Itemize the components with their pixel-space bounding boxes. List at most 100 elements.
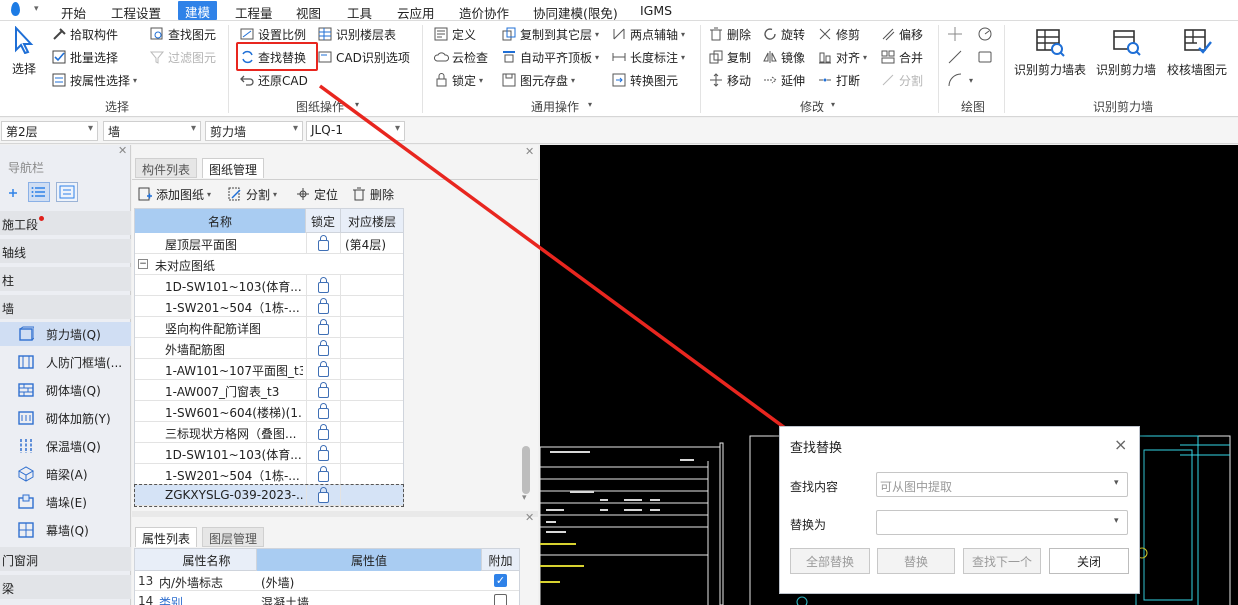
lock-cell[interactable] — [306, 275, 341, 296]
quick-access-dropdown-icon[interactable]: ▾ — [34, 4, 39, 14]
scrollbar-thumb[interactable] — [522, 446, 530, 494]
lock-cell[interactable] — [306, 317, 341, 338]
copy-to-other-floor-button[interactable]: 复制到其它层 ▾ — [502, 25, 599, 43]
drawing-row[interactable]: 屋顶层平面图 (第4层) — [135, 233, 403, 254]
lock-cell[interactable] — [306, 296, 341, 317]
lock-cell[interactable] — [306, 485, 341, 506]
menu-cloud[interactable]: 云应用 — [397, 3, 435, 22]
drawing-row[interactable]: 1D-SW101~103(体育... — [135, 275, 403, 296]
drawing-row[interactable]: 1-SW601~604(楼梯)(1... — [135, 401, 403, 422]
lock-cell[interactable] — [306, 233, 341, 254]
menu-quantities[interactable]: 工程量 — [235, 3, 273, 22]
menu-view[interactable]: 视图 — [296, 3, 321, 22]
nav-cat-column[interactable]: 柱 — [0, 267, 131, 291]
tab-component-list[interactable]: 构件列表 — [135, 158, 198, 178]
split-drawing-button[interactable]: 分割 ▾ — [228, 185, 277, 203]
lock-cell[interactable] — [306, 338, 341, 359]
nav-item-masonry-wall[interactable]: 砌体墙(Q) — [0, 378, 131, 402]
close-button[interactable]: 关闭 — [1049, 548, 1129, 574]
tab-property-list[interactable]: 属性列表 — [135, 527, 198, 547]
drawing-group-row[interactable]: − 未对应图纸 — [135, 254, 403, 275]
menu-tools[interactable]: 工具 — [347, 3, 372, 22]
lock-cell[interactable] — [306, 380, 341, 401]
drawing-row[interactable]: 1-SW201~504（1栋-... — [135, 296, 403, 317]
nav-item-wall-stack[interactable]: 墙垛(E) — [0, 490, 131, 514]
drawing-row[interactable]: 外墙配筋图 — [135, 338, 403, 359]
group-expand-icon[interactable]: ▾ — [831, 100, 835, 109]
pick-component-button[interactable]: 拾取构件 — [52, 25, 118, 43]
point-draw-icon[interactable] — [947, 26, 963, 42]
copy-button[interactable]: 复制 — [709, 48, 751, 66]
close-icon[interactable]: ✕ — [525, 511, 534, 524]
move-button[interactable]: 移动 — [709, 71, 751, 89]
nav-cat-wall[interactable]: 墙 — [0, 295, 131, 319]
list-view-button[interactable] — [28, 182, 50, 202]
rect-draw-icon[interactable] — [977, 49, 993, 65]
menu-igms[interactable]: IGMS — [640, 3, 672, 18]
drawing-row[interactable]: 1D-SW101~103(体育... — [135, 443, 403, 464]
offset-button[interactable]: 偏移 — [881, 25, 923, 43]
group-expand-icon[interactable]: ▾ — [355, 100, 359, 109]
delete-button[interactable]: 删除 — [709, 25, 751, 43]
nav-item-insulation-wall[interactable]: 保温墙(Q) — [0, 434, 131, 458]
nav-cat-axis[interactable]: 轴线 — [0, 239, 131, 263]
nav-item-curtain-wall[interactable]: 幕墙(Q) — [0, 518, 131, 542]
trim-button[interactable]: 修剪 — [818, 25, 860, 43]
dropdown-arrow-icon[interactable]: ▾ — [969, 76, 973, 85]
group-expand-icon[interactable]: ▾ — [588, 100, 592, 109]
tab-layer-management[interactable]: 图层管理 — [202, 527, 265, 547]
menu-cost-collab[interactable]: 造价协作 — [459, 3, 509, 22]
drawing-row[interactable]: 1-AW101~107平面图_t3 — [135, 359, 403, 380]
find-dropdown-icon[interactable]: ▾ — [1114, 478, 1119, 488]
circle-draw-icon[interactable] — [977, 26, 993, 42]
nav-cat-door-window[interactable]: 门窗洞 — [0, 547, 131, 571]
menu-collab-modeling[interactable]: 协同建模(限免) — [533, 3, 618, 22]
drawing-row[interactable]: ZGKXYSLG-039-2023-... — [134, 484, 404, 507]
scroll-down-icon[interactable]: ▾ — [522, 493, 527, 503]
delete-drawing-button[interactable]: 删除 — [352, 185, 394, 203]
set-scale-button[interactable]: 设置比例 — [240, 25, 306, 43]
drawing-row[interactable]: 1-SW201~504（1栋-... — [135, 464, 403, 485]
select-button[interactable]: 选择 — [11, 26, 37, 77]
line-draw-icon[interactable] — [947, 49, 963, 65]
replace-input[interactable] — [876, 510, 1128, 535]
nav-item-hidden-beam[interactable]: 暗梁(A) — [0, 462, 131, 486]
checkbox-checked-icon[interactable]: ✓ — [494, 574, 507, 587]
filter-element-button[interactable]: 过滤图元 — [150, 48, 216, 66]
add-drawing-button[interactable]: 添加图纸 ▾ — [138, 185, 211, 203]
property-row[interactable]: 13 内/外墙标志 (外墙) ✓ — [135, 571, 519, 591]
nav-item-shear-wall[interactable]: 剪力墙(Q) — [0, 322, 131, 346]
component-select[interactable]: JLQ-1 — [306, 121, 405, 141]
replace-all-button[interactable]: 全部替换 — [790, 548, 870, 574]
menu-project-settings[interactable]: 工程设置 — [111, 3, 161, 22]
recognize-shear-wall-button[interactable]: 识别剪力墙 — [1096, 26, 1156, 78]
restore-cad-button[interactable]: 还原CAD — [240, 71, 308, 89]
dialog-close-icon[interactable]: × — [1114, 435, 1127, 454]
split-button[interactable]: 分割 — [881, 71, 923, 89]
splitter[interactable] — [132, 511, 538, 517]
lock-cell[interactable] — [306, 422, 341, 443]
align-button[interactable]: 对齐 ▾ — [818, 48, 867, 66]
checkbox-icon[interactable] — [494, 594, 507, 605]
lock-cell[interactable] — [306, 401, 341, 422]
mirror-button[interactable]: 镜像 — [763, 48, 805, 66]
col-header-name[interactable]: 名称 — [135, 209, 306, 233]
extend-button[interactable]: 延伸 — [763, 71, 805, 89]
menu-start[interactable]: 开始 — [61, 3, 86, 22]
find-element-button[interactable]: 查找图元 — [150, 25, 216, 43]
recognize-shear-wall-table-button[interactable]: 识别剪力墙表 — [1014, 26, 1086, 78]
detail-view-button[interactable] — [56, 182, 78, 202]
batch-select-button[interactable]: 批量选择 — [52, 48, 118, 66]
locate-button[interactable]: 定位 — [296, 185, 338, 203]
cloud-check-button[interactable]: 云检查 — [434, 48, 488, 66]
category-select[interactable]: 墙 — [103, 121, 201, 141]
length-dimension-button[interactable]: 长度标注 ▾ — [612, 48, 685, 66]
break-button[interactable]: 打断 — [818, 71, 860, 89]
property-value[interactable]: (外墙) — [261, 574, 294, 591]
merge-button[interactable]: 合并 — [881, 48, 923, 66]
drawing-row[interactable]: 1-AW007_门窗表_t3 — [135, 380, 403, 401]
close-icon[interactable]: ✕ — [525, 145, 534, 158]
collapse-icon[interactable]: − — [138, 259, 148, 269]
lock-button[interactable]: 锁定 ▾ — [434, 71, 483, 89]
type-select[interactable]: 剪力墙 — [205, 121, 303, 141]
